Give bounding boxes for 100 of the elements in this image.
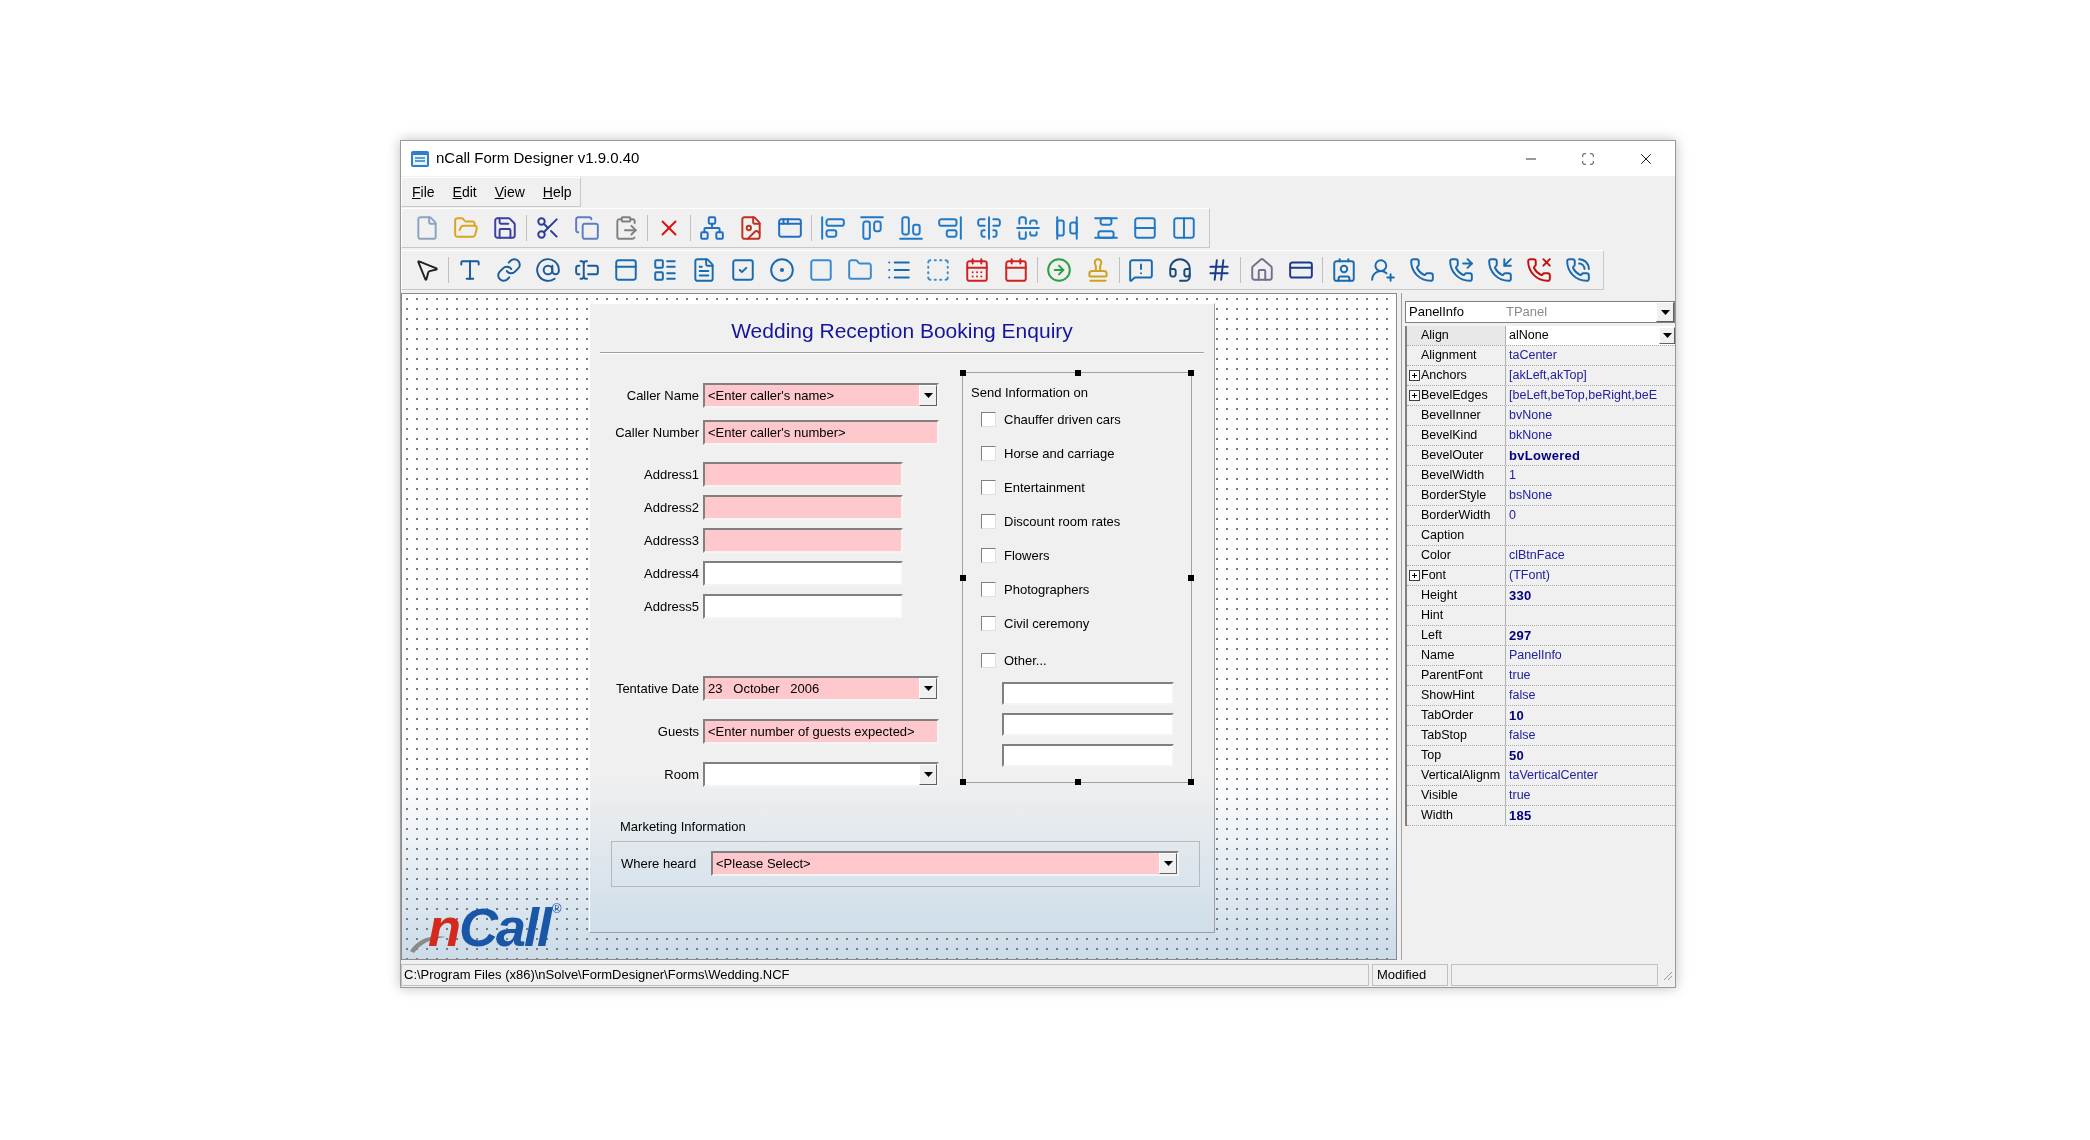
text-field[interactable]: <Enter caller's number> (703, 420, 939, 445)
property-row[interactable]: Caption (1407, 526, 1675, 546)
memo-icon[interactable] (691, 257, 717, 283)
checkbox[interactable] (981, 446, 996, 461)
phone-forward-icon[interactable] (1448, 257, 1474, 283)
dropdown-button[interactable] (1659, 327, 1675, 344)
property-row[interactable]: TabStop false (1407, 726, 1675, 746)
same-height-icon[interactable] (1132, 215, 1158, 241)
link-icon[interactable] (496, 257, 522, 283)
space-horizontal-icon[interactable] (1054, 215, 1080, 241)
label-icon[interactable] (457, 257, 483, 283)
date-icon[interactable] (1003, 257, 1029, 283)
email-icon[interactable] (535, 257, 561, 283)
pointer-icon[interactable] (414, 257, 440, 283)
list-box-icon[interactable] (652, 257, 678, 283)
phone-call-icon[interactable] (1565, 257, 1591, 283)
arrow-circle-icon[interactable] (1046, 257, 1072, 283)
align-left-icon[interactable] (820, 215, 846, 241)
checkbox[interactable] (981, 582, 996, 597)
property-row[interactable]: BevelOuter bvLowered (1407, 446, 1675, 466)
checkbox[interactable] (981, 548, 996, 563)
frame-icon[interactable] (925, 257, 951, 283)
selection-handle[interactable] (960, 575, 966, 581)
alert-icon[interactable] (1128, 257, 1154, 283)
space-vertical-icon[interactable] (1093, 215, 1119, 241)
dropdown-button[interactable] (1159, 853, 1177, 874)
align-middle-icon[interactable] (1015, 215, 1041, 241)
property-row[interactable]: Left 297 (1407, 626, 1675, 646)
property-row[interactable]: BorderWidth 0 (1407, 506, 1675, 526)
checkbox-icon[interactable] (730, 257, 756, 283)
property-row[interactable]: BevelInner bvNone (1407, 406, 1675, 426)
checkbox[interactable] (981, 653, 996, 668)
selection-handle[interactable] (1188, 779, 1194, 785)
headset-icon[interactable] (1167, 257, 1193, 283)
menu-item[interactable]: Help (540, 181, 574, 203)
combo-box-icon[interactable] (613, 257, 639, 283)
property-row[interactable]: ShowHint false (1407, 686, 1675, 706)
property-row[interactable]: BevelWidth 1 (1407, 466, 1675, 486)
phone-incoming-icon[interactable] (1487, 257, 1513, 283)
text-field[interactable] (703, 528, 903, 553)
scissors-icon[interactable] (535, 215, 561, 241)
document-icon[interactable] (738, 215, 764, 241)
selection-handle[interactable] (1188, 370, 1194, 376)
phone-missed-icon[interactable] (1526, 257, 1552, 283)
property-row[interactable]: VerticalAlignm taVerticalCenter (1407, 766, 1675, 786)
dropdown-button[interactable] (919, 678, 937, 699)
property-row[interactable]: TabOrder 10 (1407, 706, 1675, 726)
align-bottom-icon[interactable] (898, 215, 924, 241)
copy-icon[interactable] (574, 215, 600, 241)
property-row[interactable]: Color clBtnFace (1407, 546, 1675, 566)
radio-icon[interactable] (769, 257, 795, 283)
text-field[interactable] (1002, 681, 1174, 705)
selection-handle[interactable] (1188, 575, 1194, 581)
same-width-icon[interactable] (1171, 215, 1197, 241)
checkbox-group[interactable]: Send Information on Chauffer driven cars Horse and carriage Entertainment Discount room rates Flowers Photographers Civil ceremony Other... (962, 372, 1192, 783)
property-row[interactable]: Height 330 (1407, 586, 1675, 606)
dropdown-field[interactable]: 23 October 2006 (703, 676, 939, 701)
property-row[interactable]: ParentFont true (1407, 666, 1675, 686)
align-right-icon[interactable] (937, 215, 963, 241)
blank-page-icon[interactable] (414, 215, 440, 241)
expand-icon[interactable] (1408, 570, 1420, 581)
checkbox[interactable] (981, 412, 996, 427)
tab-sheet-icon[interactable] (847, 257, 873, 283)
align-center-icon[interactable] (976, 215, 1002, 241)
edit-box-icon[interactable] (574, 257, 600, 283)
text-field[interactable] (1002, 712, 1174, 736)
property-row[interactable]: BevelKind bkNone (1407, 426, 1675, 446)
window-icon[interactable] (777, 215, 803, 241)
dropdown-field[interactable] (703, 762, 939, 787)
property-row[interactable]: Anchors [akLeft,akTop] (1407, 366, 1675, 386)
text-field[interactable]: <Enter number of guests expected> (703, 719, 939, 744)
checkbox[interactable] (981, 616, 996, 631)
text-field[interactable] (703, 594, 903, 619)
component-selector[interactable]: PanelInfo TPanel (1405, 301, 1675, 323)
maximize-icon[interactable] (1581, 151, 1595, 166)
checkbox[interactable] (981, 480, 996, 495)
text-field[interactable] (703, 495, 903, 520)
property-row[interactable]: Top 50 (1407, 746, 1675, 766)
dropdown-field[interactable]: <Enter caller's name> (703, 383, 939, 408)
menu-item[interactable]: File (410, 181, 437, 203)
text-field[interactable] (703, 462, 903, 487)
selection-handle[interactable] (960, 779, 966, 785)
property-row[interactable]: Name PanelInfo (1407, 646, 1675, 666)
align-top-icon[interactable] (859, 215, 885, 241)
property-row[interactable]: Alignment taCenter (1407, 346, 1675, 366)
clipboard-icon[interactable] (613, 215, 639, 241)
calendar-icon[interactable] (964, 257, 990, 283)
dropdown-button[interactable] (919, 764, 937, 785)
text-field[interactable] (1002, 743, 1174, 767)
text-field[interactable] (703, 561, 903, 586)
property-row[interactable]: Hint (1407, 606, 1675, 626)
dropdown-field[interactable]: <Please Select> (711, 851, 1179, 876)
dropdown-button[interactable] (919, 385, 937, 406)
property-row[interactable]: Visible true (1407, 786, 1675, 806)
panel-icon[interactable] (808, 257, 834, 283)
selection-handle[interactable] (1075, 779, 1081, 785)
expand-icon[interactable] (1408, 370, 1420, 381)
expand-icon[interactable] (1408, 390, 1420, 401)
house-icon[interactable] (1249, 257, 1275, 283)
property-row[interactable]: Font (TFont) (1407, 566, 1675, 586)
